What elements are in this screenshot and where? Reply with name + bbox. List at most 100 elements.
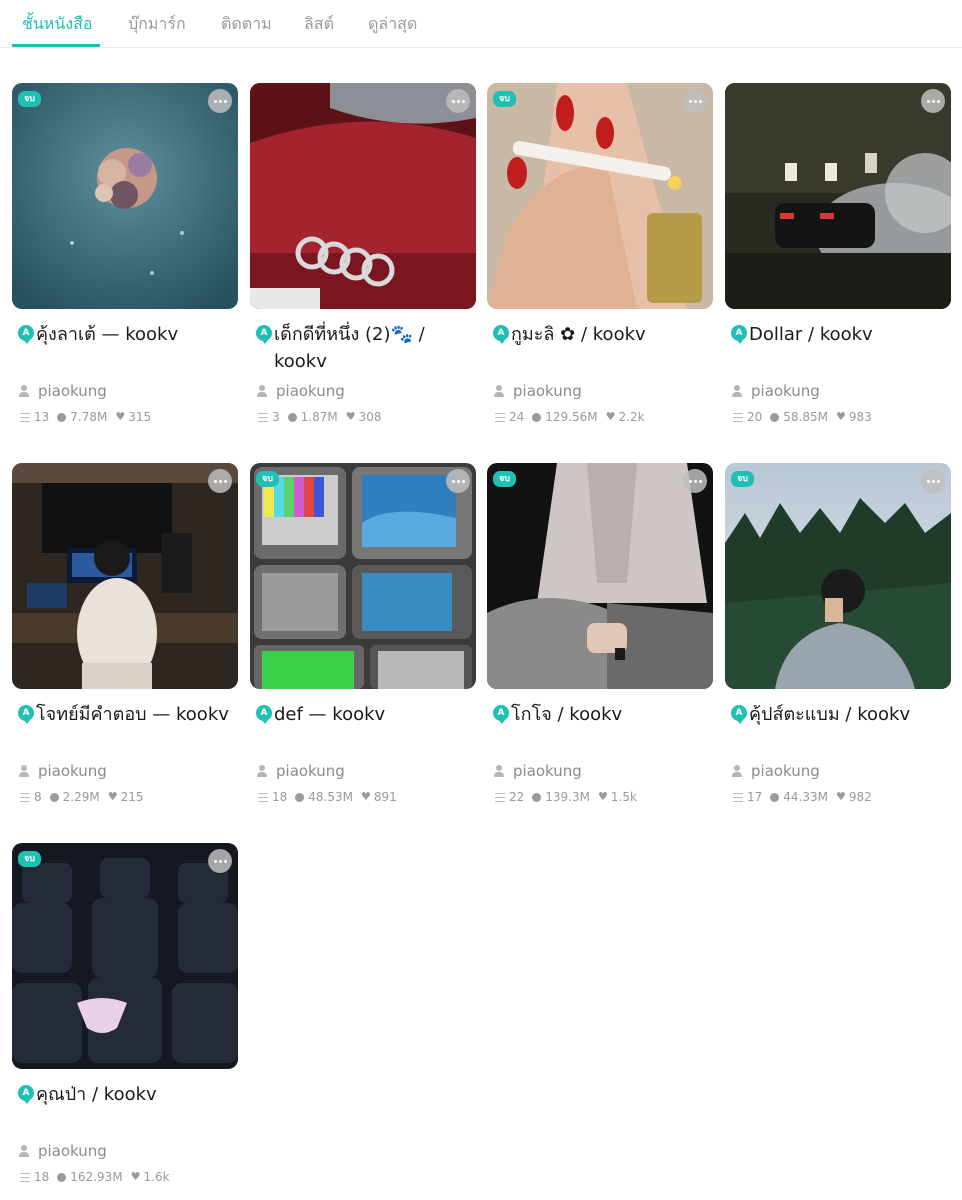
book-card[interactable]: A โจทย์มีคำตอบ — kookv piaokung 8 2.29M … (12, 463, 238, 804)
more-options-icon[interactable] (208, 89, 232, 113)
cover-image (725, 463, 951, 689)
book-title[interactable]: โจทย์มีคำตอบ — kookv (32, 701, 238, 728)
book-cover[interactable]: จบ (487, 83, 713, 309)
author-row[interactable]: piaokung (18, 1141, 107, 1161)
tab-bookshelf[interactable]: ชั้นหนังสือ (22, 12, 92, 48)
like-count: 215 (120, 790, 144, 804)
book-cover[interactable]: จบ (487, 463, 713, 689)
author-row[interactable]: piaokung (18, 761, 107, 781)
book-cover[interactable]: จบ (12, 843, 238, 1069)
person-icon (18, 1145, 30, 1157)
author-name[interactable]: piaokung (276, 382, 345, 400)
tab-lists[interactable]: ลิสต์ (304, 12, 334, 48)
book-card[interactable]: จบ A โกโจ / kookv piaokung 22 139.3M ♥ 1… (487, 463, 713, 804)
book-cover[interactable] (725, 83, 951, 309)
author-row[interactable]: piaokung (256, 381, 345, 401)
person-icon (256, 385, 268, 397)
chapters-list-icon (733, 412, 743, 422)
story-type-icon: A (18, 705, 34, 724)
author-row[interactable]: piaokung (731, 381, 820, 401)
heart-icon: ♥ (836, 410, 846, 423)
book-title-row[interactable]: A กูมะลิ ✿ / kookv (487, 321, 713, 377)
book-title[interactable]: คุ้งลาเต้ — kookv (32, 321, 238, 348)
person-icon (18, 765, 30, 777)
like-count: 2.2k (618, 410, 645, 424)
book-title[interactable]: Dollar / kookv (745, 321, 951, 348)
like-count: 983 (848, 410, 872, 424)
book-title-row[interactable]: A โกโจ / kookv (487, 701, 713, 757)
author-name[interactable]: piaokung (38, 762, 107, 780)
book-title[interactable]: โกโจ / kookv (507, 701, 713, 728)
like-count: 315 (128, 410, 152, 424)
author-name[interactable]: piaokung (751, 382, 820, 400)
heart-icon: ♥ (598, 790, 608, 803)
like-count: 1.6k (143, 1170, 170, 1184)
views-icon (295, 792, 305, 802)
book-card[interactable]: จบ A คุณป่า / kookv piaokung 18 162.93M … (12, 843, 238, 1184)
more-options-icon[interactable] (208, 849, 232, 873)
chapters-list-icon (495, 792, 505, 802)
book-title[interactable]: def — kookv (270, 701, 476, 728)
book-title-row[interactable]: A โจทย์มีคำตอบ — kookv (12, 701, 238, 757)
view-count: 1.87M (300, 410, 338, 424)
author-name[interactable]: piaokung (751, 762, 820, 780)
person-icon (18, 385, 30, 397)
more-options-icon[interactable] (683, 469, 707, 493)
author-name[interactable]: piaokung (513, 762, 582, 780)
book-card[interactable]: จบ A กูมะลิ ✿ / kookv piaokung 24 129.56… (487, 83, 713, 424)
heart-icon: ♥ (345, 410, 356, 423)
book-card[interactable]: A เด็กดีที่หนึ่ง (2)🐾 / kookv piaokung 3… (250, 83, 476, 424)
story-type-icon: A (731, 705, 747, 724)
book-card[interactable]: A Dollar / kookv piaokung 20 58.85M ♥ 98… (725, 83, 951, 424)
book-title-row[interactable]: A Dollar / kookv (725, 321, 951, 377)
book-title[interactable]: กูมะลิ ✿ / kookv (507, 321, 713, 348)
author-row[interactable]: piaokung (493, 381, 582, 401)
book-cover[interactable]: จบ (250, 463, 476, 689)
author-row[interactable]: piaokung (18, 381, 107, 401)
book-card[interactable]: จบ A def — kookv piaokung 18 48.53M ♥ 89… (250, 463, 476, 804)
book-cover[interactable]: จบ (12, 83, 238, 309)
book-stats: 18 48.53M ♥ 891 (258, 789, 405, 805)
more-options-icon[interactable] (446, 469, 470, 493)
author-name[interactable]: piaokung (38, 1142, 107, 1160)
author-row[interactable]: piaokung (731, 761, 820, 781)
book-card[interactable]: จบ A คุ้งลาเต้ — kookv piaokung 13 7.78M… (12, 83, 238, 424)
tab-recently-viewed[interactable]: ดูล่าสุด (368, 12, 417, 48)
book-cover[interactable] (12, 463, 238, 689)
chapters-list-icon (258, 792, 268, 802)
book-title-row[interactable]: A คุ้ปส์ตะแบม / kookv (725, 701, 951, 757)
book-title[interactable]: คุณป่า / kookv (32, 1081, 238, 1108)
person-icon (256, 765, 268, 777)
book-title[interactable]: เด็กดีที่หนึ่ง (2)🐾 / kookv (270, 321, 476, 375)
book-title[interactable]: คุ้ปส์ตะแบม / kookv (745, 701, 951, 728)
story-type-icon: A (256, 325, 272, 344)
book-stats: 3 1.87M ♥ 308 (258, 409, 390, 425)
book-title-row[interactable]: A คุณป่า / kookv (12, 1081, 238, 1137)
tab-following[interactable]: ติดตาม (221, 12, 272, 48)
tab-bookmarks[interactable]: บุ๊กมาร์ก (128, 12, 186, 48)
completed-badge: จบ (256, 471, 279, 487)
book-title-row[interactable]: A def — kookv (250, 701, 476, 757)
author-row[interactable]: piaokung (493, 761, 582, 781)
view-count: 129.56M (545, 410, 598, 424)
book-cover[interactable] (250, 83, 476, 309)
more-options-icon[interactable] (683, 89, 707, 113)
book-title-row[interactable]: A เด็กดีที่หนึ่ง (2)🐾 / kookv (250, 321, 476, 377)
more-options-icon[interactable] (921, 89, 945, 113)
view-count: 162.93M (70, 1170, 123, 1184)
book-cover[interactable]: จบ (725, 463, 951, 689)
more-options-icon[interactable] (921, 469, 945, 493)
author-row[interactable]: piaokung (256, 761, 345, 781)
view-count: 2.29M (62, 790, 100, 804)
author-name[interactable]: piaokung (276, 762, 345, 780)
more-options-icon[interactable] (208, 469, 232, 493)
heart-icon: ♥ (361, 790, 371, 803)
view-count: 58.85M (783, 410, 828, 424)
more-options-icon[interactable] (446, 89, 470, 113)
book-title-row[interactable]: A คุ้งลาเต้ — kookv (12, 321, 238, 377)
chapters-list-icon (733, 792, 743, 802)
book-card[interactable]: จบ A คุ้ปส์ตะแบม / kookv piaokung 17 44.… (725, 463, 951, 804)
author-name[interactable]: piaokung (38, 382, 107, 400)
story-type-icon: A (731, 325, 747, 344)
author-name[interactable]: piaokung (513, 382, 582, 400)
